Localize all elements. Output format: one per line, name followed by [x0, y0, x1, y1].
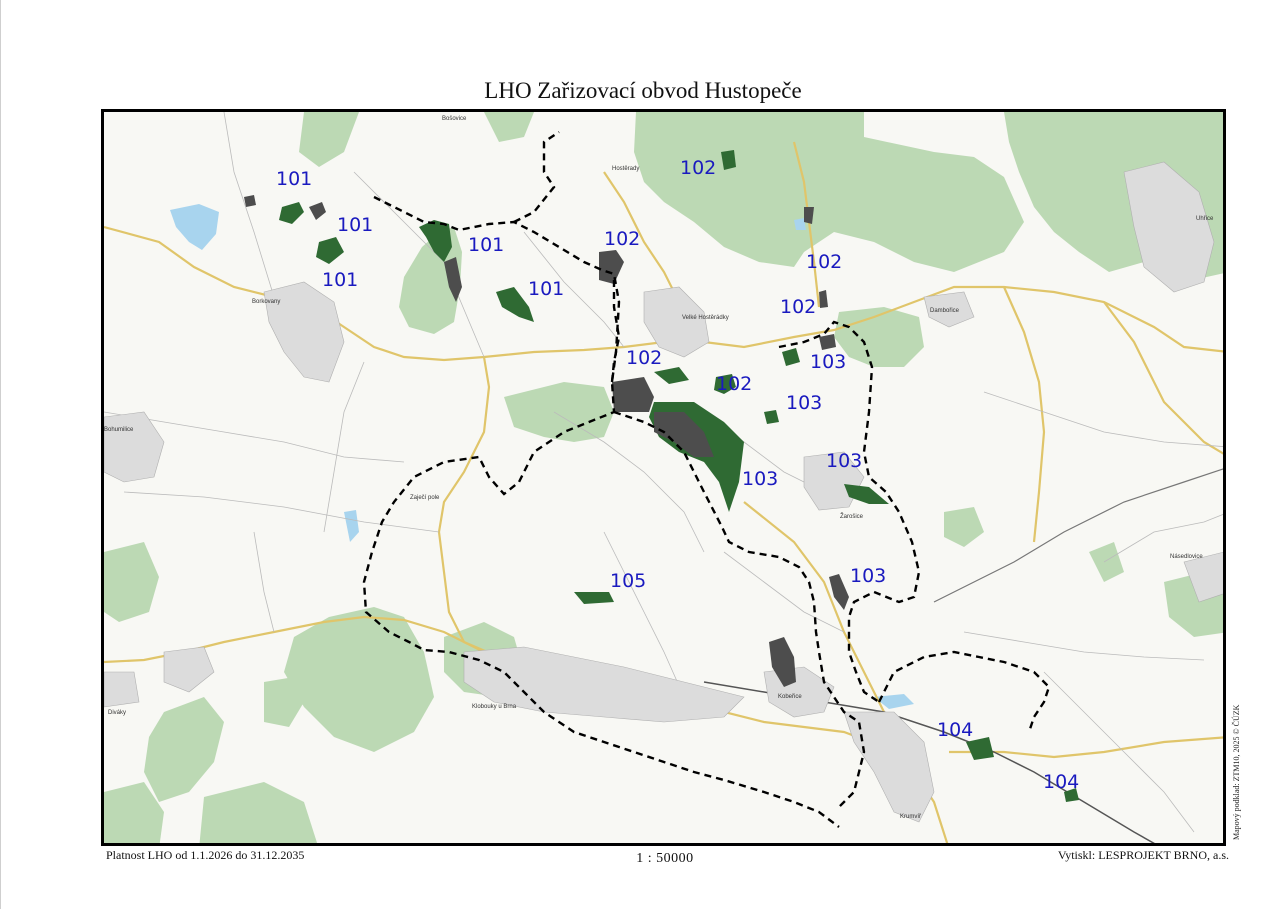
- place-name: Borkovany: [252, 299, 281, 305]
- place-name: Kobeřice: [778, 694, 802, 700]
- map-title: LHO Zařizovací obvod Hustopeče: [484, 78, 802, 103]
- unit-label-101: 101: [528, 278, 565, 300]
- place-name: Krumvíř: [900, 814, 921, 820]
- place-name: Násedlovice: [1170, 554, 1203, 560]
- place-name: Zaječí pole: [410, 495, 440, 501]
- unit-label-101: 101: [468, 234, 505, 256]
- place-name: Dambořice: [930, 308, 960, 314]
- unit-label-101: 101: [276, 168, 313, 190]
- unit-label-102: 102: [806, 251, 843, 273]
- unit-label-103: 103: [810, 351, 847, 373]
- unit-label-102: 102: [626, 347, 663, 369]
- place-name: Uhřice: [1196, 216, 1214, 222]
- unit-label-105: 105: [610, 570, 647, 592]
- map-frame: 101 101 101 101 101 102 102 102 102 102 …: [101, 109, 1226, 846]
- unit-label-103: 103: [742, 468, 779, 490]
- settlement: [104, 671, 140, 708]
- unit-label-101: 101: [322, 269, 359, 291]
- map-canvas: [104, 112, 1223, 843]
- place-name: Hostěrady: [612, 166, 640, 172]
- place-name: Bošovice: [442, 116, 467, 122]
- page-edge-rule: [0, 0, 1, 909]
- place-name: Žarošice: [840, 514, 864, 520]
- unit-label-102: 102: [780, 296, 817, 318]
- unit-label-101: 101: [337, 214, 374, 236]
- forest-stand: [244, 195, 256, 207]
- map-credit: Mapový podklad: ZTM10, 2025 © ČÚZK: [1232, 704, 1241, 840]
- unit-label-102: 102: [680, 157, 717, 179]
- unit-label-103: 103: [786, 392, 823, 414]
- place-name: Diváky: [108, 710, 127, 716]
- place-name: Bohumilice: [104, 427, 134, 433]
- unit-label-104: 104: [937, 719, 974, 741]
- unit-label-103: 103: [850, 565, 887, 587]
- place-name: Velké Hostěrádky: [682, 315, 729, 321]
- unit-label-104: 104: [1043, 771, 1080, 793]
- printed-by-text: Vytiskl: LESPROJEKT BRNO, a.s.: [1057, 848, 1229, 862]
- unit-label-102: 102: [604, 228, 641, 250]
- unit-label-103: 103: [826, 450, 863, 472]
- unit-label-102: 102: [716, 373, 753, 395]
- place-name: Klobouky u Brna: [472, 704, 517, 710]
